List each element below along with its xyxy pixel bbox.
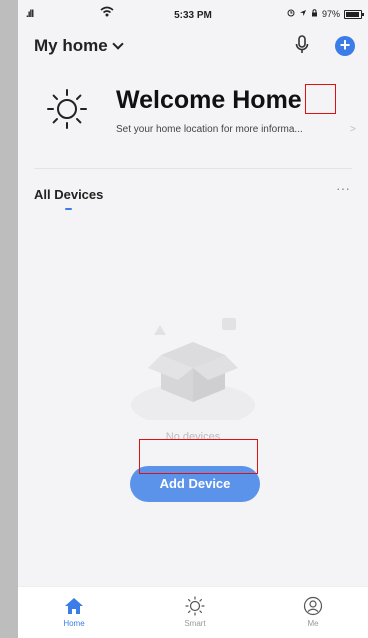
alarm-icon [287, 9, 295, 19]
microphone-icon[interactable] [295, 35, 309, 60]
battery-percent: 97% [321, 9, 340, 19]
location-arrow-icon [299, 9, 307, 19]
bottom-nav: Home Smart Me [18, 586, 368, 638]
phone-screen: .ıll 5:33 PM 97% My home + Welcome Home … [18, 0, 368, 638]
user-icon [283, 593, 343, 619]
chevron-right-icon[interactable]: > [350, 124, 356, 135]
nav-smart[interactable]: Smart [165, 593, 225, 628]
welcome-title: Welcome Home [116, 86, 302, 114]
tab-indicator [65, 208, 72, 210]
lock-rotation-icon [311, 9, 318, 19]
annotation-box [139, 439, 258, 474]
battery-icon [344, 9, 364, 19]
add-plus-icon[interactable]: + [335, 36, 355, 56]
empty-box-illustration [126, 310, 261, 427]
sun-icon [165, 593, 225, 619]
welcome-location-prompt[interactable]: Set your home location for more informa.… [116, 124, 303, 135]
home-selector[interactable]: My home [34, 36, 124, 56]
divider [34, 168, 352, 169]
status-bar: .ıll 5:33 PM 97% [18, 0, 368, 28]
chevron-down-icon [112, 38, 124, 50]
home-icon [44, 593, 104, 619]
tab-all-devices[interactable]: All Devices [34, 187, 103, 202]
nav-me-label: Me [307, 619, 319, 628]
nav-home[interactable]: Home [44, 593, 104, 628]
nav-home-label: Home [63, 619, 85, 628]
sun-icon [44, 86, 90, 137]
annotation-box [305, 84, 336, 114]
nav-smart-label: Smart [184, 619, 206, 628]
nav-me[interactable]: Me [283, 593, 343, 628]
home-name: My home [34, 36, 108, 55]
status-right: 97% [287, 9, 364, 19]
more-options-icon[interactable]: ··· [336, 180, 350, 196]
